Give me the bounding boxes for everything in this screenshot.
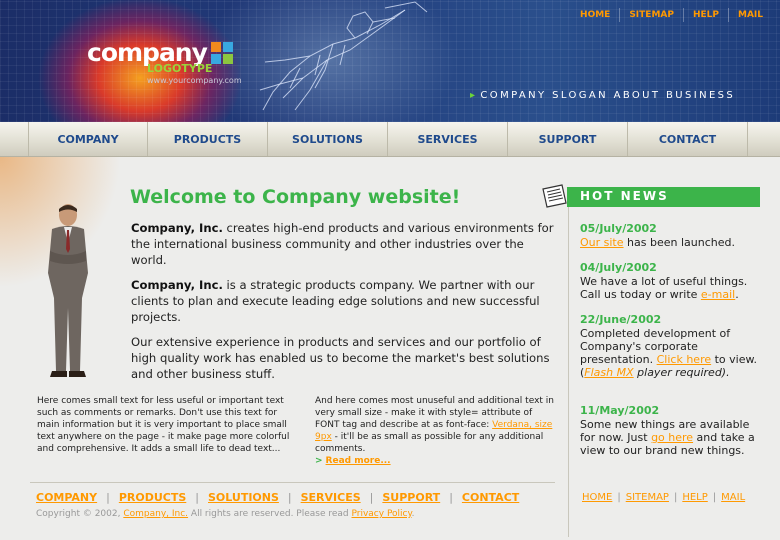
nav-products[interactable]: PRODUCTS — [148, 122, 268, 156]
news-date: 04/July/2002 — [580, 261, 657, 274]
news-paper-icon — [542, 184, 567, 208]
company-name: Company, Inc. — [131, 221, 223, 235]
top-nav-home[interactable]: HOME — [571, 8, 619, 22]
slogan-text: COMPANY SLOGAN ABOUT BUSINESS — [480, 90, 736, 101]
news-link[interactable]: go here — [651, 431, 693, 444]
news-item: 11/May/2002 Some new things are availabl… — [580, 404, 760, 457]
footer-separator: | — [673, 492, 678, 503]
wireframe-figure-icon — [259, 1, 428, 111]
copyright: Copyright © 2002, Company, Inc. All righ… — [36, 509, 414, 519]
news-link[interactable]: Click here — [657, 353, 712, 366]
footer-separator: | — [449, 491, 453, 504]
small-text-part: - it'll be as small as possible for any … — [315, 432, 544, 454]
intro-paragraph-2: Company, Inc. is a strategic products co… — [131, 277, 561, 325]
intro-paragraph-3: Our extensive experience in products and… — [131, 335, 550, 381]
logo-squares-icon — [211, 42, 233, 64]
top-nav-help[interactable]: HELP — [682, 8, 728, 22]
copyright-text: All rights are reserved. Please read — [188, 509, 352, 519]
footer-nav: COMPANY | PRODUCTS | SOLUTIONS | SERVICES | … — [36, 491, 519, 504]
news-text: player required). — [633, 366, 730, 379]
footer-nav-help[interactable]: HELP — [682, 492, 707, 503]
top-nav-sitemap[interactable]: SITEMAP — [619, 8, 683, 22]
footer-nav-company[interactable]: COMPANY — [36, 491, 97, 504]
news-text: has been launched. — [623, 236, 735, 249]
footer-nav-mail[interactable]: MAIL — [721, 492, 745, 503]
copyright-text: . — [411, 509, 415, 519]
company-name: Company, Inc. — [131, 278, 223, 292]
footer-separator: | — [195, 491, 199, 504]
footer-separator: | — [369, 491, 374, 504]
header: HOME SITEMAP HELP MAIL company LOGOTYPE … — [0, 0, 780, 122]
company-slogan: ▸ COMPANY SLOGAN ABOUT BUSINESS — [470, 90, 735, 101]
nav-support[interactable]: SUPPORT — [508, 122, 628, 156]
businessman-image — [48, 204, 88, 377]
top-nav-mail[interactable]: MAIL — [727, 8, 772, 22]
read-more-label[interactable]: Read more... — [326, 456, 391, 466]
top-nav: HOME SITEMAP HELP MAIL — [571, 8, 772, 22]
footer-separator: | — [106, 491, 110, 504]
nav-services[interactable]: SERVICES — [388, 122, 508, 156]
news-link[interactable]: e-mail — [701, 288, 735, 301]
news-text: . — [735, 288, 739, 301]
content-area: Welcome to Company website! Company, Inc… — [0, 157, 780, 540]
privacy-policy-link[interactable]: Privacy Policy — [352, 509, 412, 519]
news-item: 04/July/2002 We have a lot of useful thi… — [580, 261, 760, 301]
chevron-right-icon: ▸ — [470, 90, 478, 101]
footer-separator: | — [617, 492, 621, 503]
copyright-company-link[interactable]: Company, Inc. — [123, 509, 188, 519]
arrow-right-icon: > — [315, 456, 323, 466]
small-text-2: And here comes most unuseful and additio… — [315, 395, 555, 455]
read-more-link[interactable]: > Read more... — [315, 456, 391, 466]
news-date: 22/June/2002 — [580, 313, 662, 326]
footer-nav-services[interactable]: SERVICES — [301, 491, 361, 504]
nav-solutions[interactable]: SOLUTIONS — [268, 122, 388, 156]
main-nav: COMPANY PRODUCTS SOLUTIONS SERVICES SUPP… — [0, 122, 780, 157]
footer-separator: | — [712, 492, 717, 503]
small-text-1: Here comes small text for less useful or… — [37, 396, 290, 454]
footer-nav-secondary: HOME | SITEMAP | HELP | MAIL — [582, 492, 745, 503]
page-title: Welcome to Company website! — [130, 186, 461, 208]
news-item: 22/June/2002 Completed development of Co… — [580, 313, 760, 379]
news-link-flash[interactable]: Flash MX — [584, 366, 633, 379]
footer-nav-solutions[interactable]: SOLUTIONS — [208, 491, 279, 504]
footer-nav-home[interactable]: HOME — [582, 492, 612, 503]
footer-nav-products[interactable]: PRODUCTS — [119, 491, 186, 504]
news-date: 11/May/2002 — [580, 404, 660, 417]
logo-url: www.yourcompany.com — [147, 76, 242, 85]
news-date: 05/July/2002 — [580, 222, 657, 235]
footer-nav-support[interactable]: SUPPORT — [382, 491, 440, 504]
hot-news-header: HOT NEWS — [567, 187, 760, 207]
nav-contact[interactable]: CONTACT — [628, 122, 748, 156]
footer-nav-sitemap[interactable]: SITEMAP — [626, 492, 669, 503]
nav-company[interactable]: COMPANY — [28, 122, 148, 156]
news-link[interactable]: Our site — [580, 236, 624, 249]
logo-type: LOGOTYPE — [147, 62, 213, 75]
footer-separator: | — [287, 491, 292, 504]
news-item: 05/July/2002 Our site has been launched. — [580, 222, 760, 249]
footer-divider — [30, 482, 555, 483]
vertical-divider — [568, 187, 569, 537]
footer-nav-contact[interactable]: CONTACT — [462, 491, 519, 504]
intro-paragraph-1: Company, Inc. creates high-end products … — [131, 220, 561, 268]
copyright-text: Copyright © 2002, — [36, 509, 124, 519]
